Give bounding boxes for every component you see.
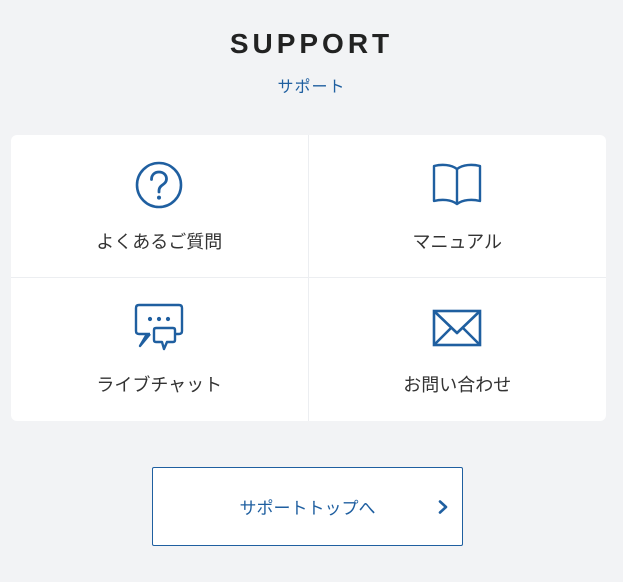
contact-label: お問い合わせ bbox=[403, 375, 512, 396]
page-title: SUPPORT bbox=[229, 28, 394, 59]
chat-bubbles-icon bbox=[131, 302, 187, 354]
support-menu-grid: よくあるご質問 マニュアル ライブチャット お問い合わせ bbox=[11, 135, 606, 421]
live-chat-link[interactable]: ライブチャット bbox=[11, 278, 309, 421]
page-subtitle: サポート bbox=[277, 77, 346, 96]
chevron-right-icon bbox=[437, 499, 449, 515]
open-book-icon bbox=[429, 159, 485, 211]
faq-link[interactable]: よくあるご質問 bbox=[11, 135, 309, 278]
faq-label: よくあるご質問 bbox=[96, 232, 223, 253]
support-top-label: サポートトップへ bbox=[239, 499, 376, 519]
manual-label: マニュアル bbox=[412, 232, 502, 253]
support-top-button[interactable]: サポートトップへ bbox=[152, 467, 463, 546]
manual-link[interactable]: マニュアル bbox=[308, 135, 606, 278]
envelope-icon bbox=[429, 302, 485, 354]
question-circle-icon bbox=[131, 159, 187, 211]
live-chat-label: ライブチャット bbox=[96, 375, 223, 396]
contact-link[interactable]: お問い合わせ bbox=[309, 278, 607, 421]
